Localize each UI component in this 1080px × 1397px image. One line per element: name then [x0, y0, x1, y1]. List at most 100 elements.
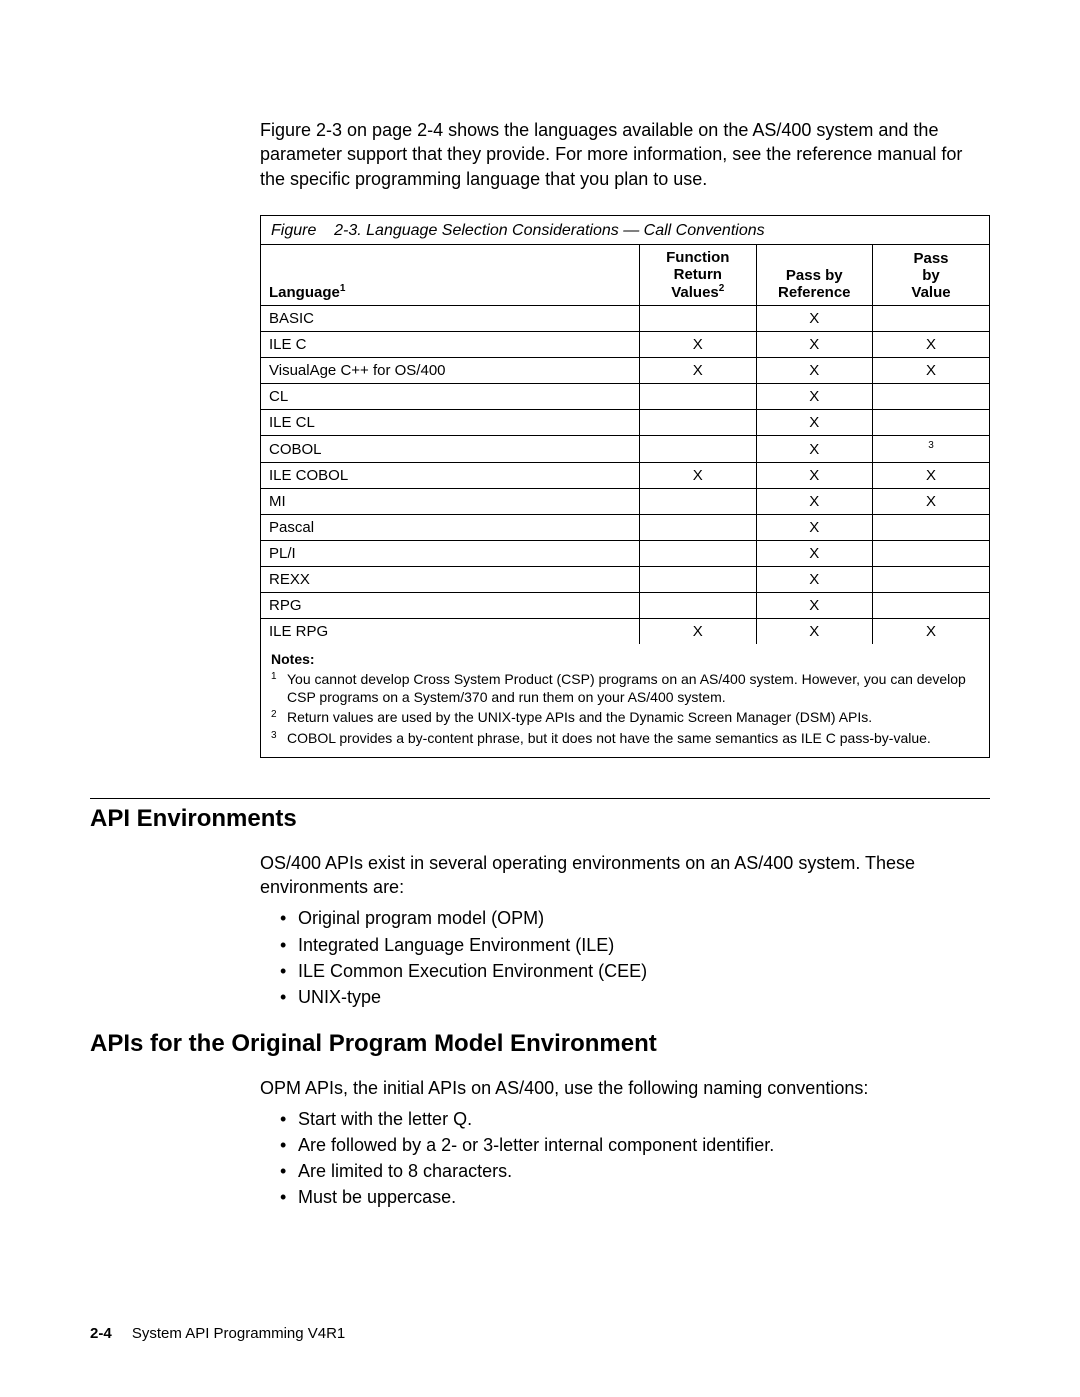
page-footer: 2-4 System API Programming V4R1	[90, 1325, 345, 1342]
list-item: Must be uppercase.	[280, 1184, 990, 1210]
cell-function-return	[640, 383, 756, 409]
col-language: Language1	[261, 245, 640, 306]
table-row: VisualAge C++ for OS/400XXX	[261, 357, 989, 383]
cell-pass-by-value	[873, 514, 990, 540]
cell-function-return: X	[640, 357, 756, 383]
cell-pass-by-reference: X	[756, 409, 872, 435]
pbv-l3: Value	[911, 284, 950, 301]
cell-pass-by-value: X	[873, 357, 990, 383]
list-item: ILE Common Execution Environment (CEE)	[280, 958, 990, 984]
note-number: 3	[271, 729, 281, 747]
notes-title: Notes:	[271, 650, 979, 668]
table-row: CL X	[261, 383, 989, 409]
doc-title: System API Programming V4R1	[132, 1325, 345, 1342]
cell-pass-by-reference: X	[756, 618, 872, 644]
cell-language: COBOL	[261, 435, 640, 462]
pbr-l2: Reference	[778, 284, 851, 301]
heading-api-environments: API Environments	[90, 805, 990, 833]
cell-pass-by-reference: X	[756, 462, 872, 488]
table-row: COBOLX3	[261, 435, 989, 462]
cell-pass-by-reference: X	[756, 540, 872, 566]
note-number: 2	[271, 708, 281, 726]
col-language-label: Language	[269, 284, 340, 301]
note-number: 1	[271, 670, 281, 706]
cell-language: CL	[261, 383, 640, 409]
cell-pass-by-reference: X	[756, 305, 872, 331]
section-rule	[90, 798, 990, 799]
table-row: ILE RPGXXX	[261, 618, 989, 644]
frv-l3: Values	[671, 284, 719, 301]
cell-language: MI	[261, 488, 640, 514]
cell-pass-by-reference: X	[756, 331, 872, 357]
cell-function-return	[640, 540, 756, 566]
cell-function-return	[640, 592, 756, 618]
cell-pass-by-value: X	[873, 462, 990, 488]
cell-pass-by-value: X	[873, 488, 990, 514]
cell-function-return	[640, 305, 756, 331]
caption-prefix: Figure	[271, 222, 316, 239]
cell-function-return: X	[640, 331, 756, 357]
table-row: RPG X	[261, 592, 989, 618]
note-text: COBOL provides a by-content phrase, but …	[287, 729, 979, 747]
cell-function-return	[640, 566, 756, 592]
cell-pass-by-value: X	[873, 331, 990, 357]
cell-pass-by-value	[873, 540, 990, 566]
table-row: Pascal X	[261, 514, 989, 540]
cell-language: REXX	[261, 566, 640, 592]
page-number: 2-4	[90, 1325, 112, 1342]
cell-pass-by-value	[873, 383, 990, 409]
opm-paragraph: OPM APIs, the initial APIs on AS/400, us…	[260, 1076, 990, 1100]
cell-pass-by-value	[873, 409, 990, 435]
pbr-l1: Pass by	[786, 267, 843, 284]
cell-language: Pascal	[261, 514, 640, 540]
cell-pass-by-value: 3	[873, 435, 990, 462]
cell-function-return	[640, 409, 756, 435]
list-item: UNIX-type	[280, 984, 990, 1010]
figure-table: Figure 2-3. Language Selection Considera…	[260, 215, 990, 758]
cell-function-return: X	[640, 462, 756, 488]
cell-language: BASIC	[261, 305, 640, 331]
cell-function-return	[640, 435, 756, 462]
env-bullet-list: Original program model (OPM)Integrated L…	[280, 905, 990, 1009]
note-item: 1You cannot develop Cross System Product…	[271, 670, 979, 706]
caption-text: 2-3. Language Selection Considerations —…	[334, 222, 764, 239]
frv-l2: Return	[674, 266, 722, 283]
table-notes: Notes: 1You cannot develop Cross System …	[261, 644, 989, 757]
cell-language: ILE COBOL	[261, 462, 640, 488]
cell-pass-by-value	[873, 566, 990, 592]
table-row: BASIC X	[261, 305, 989, 331]
list-item: Original program model (OPM)	[280, 905, 990, 931]
cell-function-return	[640, 514, 756, 540]
list-item: Are limited to 8 characters.	[280, 1158, 990, 1184]
frv-sup: 2	[719, 283, 725, 294]
table-row: ILE COBOLXXX	[261, 462, 989, 488]
list-item: Are followed by a 2- or 3-letter interna…	[280, 1132, 990, 1158]
cell-pass-by-reference: X	[756, 592, 872, 618]
note-text: Return values are used by the UNIX-type …	[287, 708, 979, 726]
list-item: Integrated Language Environment (ILE)	[280, 932, 990, 958]
cell-language: VisualAge C++ for OS/400	[261, 357, 640, 383]
cell-pass-by-reference: X	[756, 514, 872, 540]
cell-language: PL/I	[261, 540, 640, 566]
cell-function-return	[640, 488, 756, 514]
language-table: Language1 Function Return Values2 Pass b…	[261, 245, 989, 644]
cell-language: RPG	[261, 592, 640, 618]
table-row: ILE CXXX	[261, 331, 989, 357]
pbv-l2: by	[922, 267, 940, 284]
cell-pass-by-value: X	[873, 618, 990, 644]
cell-language: ILE C	[261, 331, 640, 357]
table-row: MIXX	[261, 488, 989, 514]
col-pass-by-reference: Pass by Reference	[756, 245, 872, 306]
cell-pass-by-reference: X	[756, 383, 872, 409]
frv-l1: Function	[666, 249, 729, 266]
document-page: Figure 2-3 on page 2-4 shows the languag…	[0, 0, 1080, 1397]
table-header-row: Language1 Function Return Values2 Pass b…	[261, 245, 989, 306]
cell-language: ILE RPG	[261, 618, 640, 644]
cell-language: ILE CL	[261, 409, 640, 435]
table-row: ILE CL X	[261, 409, 989, 435]
heading-opm-apis: APIs for the Original Program Model Envi…	[90, 1030, 990, 1058]
opm-bullet-list: Start with the letter Q.Are followed by …	[280, 1106, 990, 1210]
pbv-l1: Pass	[913, 250, 948, 267]
note-text: You cannot develop Cross System Product …	[287, 670, 979, 706]
table-row: REXXX	[261, 566, 989, 592]
